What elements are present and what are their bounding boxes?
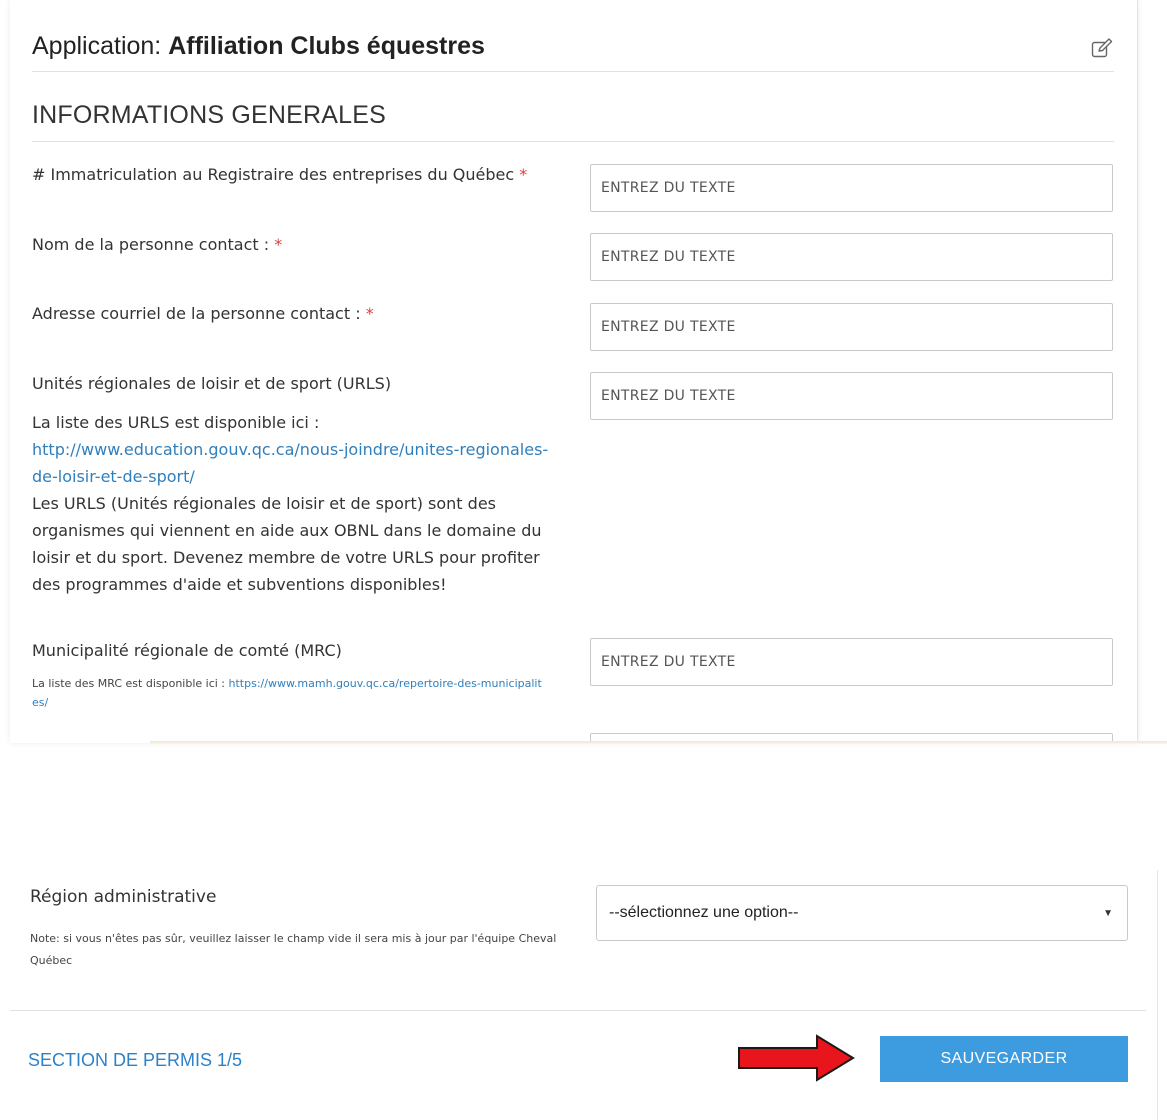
mrc-label: Municipalité régionale de comté (MRC) <box>32 641 342 660</box>
region-select-value: --sélectionnez une option-- <box>609 904 799 921</box>
registration-number-input[interactable] <box>590 164 1113 212</box>
application-name: Affiliation Clubs équestres <box>168 32 485 60</box>
permit-section-link[interactable]: SECTION DE PERMIS 1/5 <box>28 1050 242 1071</box>
urls-link[interactable]: http://www.education.gouv.qc.ca/nous-joi… <box>32 440 548 486</box>
required-asterisk: * <box>365 304 374 323</box>
required-asterisk: * <box>519 165 528 184</box>
application-form-panel: Application: Affiliation Clubs équestres… <box>10 0 1138 743</box>
screenshot-cut-line <box>150 741 1167 744</box>
contact-email-label: Adresse courriel de la personne contact … <box>32 304 374 323</box>
contact-email-input[interactable] <box>590 303 1113 351</box>
arrow-right-icon <box>738 1034 855 1082</box>
urls-help-text: La liste des URLS est disponible ici : h… <box>32 413 549 594</box>
contact-name-input[interactable] <box>590 233 1113 281</box>
urls-label: Unités régionales de loisir et de sport … <box>32 374 392 393</box>
edit-icon[interactable] <box>1091 38 1113 58</box>
registration-number-label: # Immatriculation au Registraire des ent… <box>32 165 528 184</box>
region-label: Région administrative <box>30 887 217 907</box>
application-title: Application: Affiliation Clubs équestres <box>32 32 485 60</box>
form-footer-panel: Région administrative Note: si vous n'êt… <box>10 870 1158 1120</box>
required-asterisk: * <box>274 235 283 254</box>
footer-divider <box>10 1010 1146 1011</box>
urls-input[interactable] <box>590 372 1113 420</box>
mrc-help-text: La liste des MRC est disponible ici : ht… <box>32 677 542 709</box>
title-divider <box>32 71 1114 72</box>
region-note: Note: si vous n'êtes pas sûr, veuillez l… <box>30 932 557 967</box>
caret-down-icon: ▼ <box>1103 908 1113 919</box>
save-button[interactable]: SAUVEGARDER <box>880 1036 1128 1082</box>
section-divider <box>32 141 1114 142</box>
region-select[interactable]: --sélectionnez une option-- ▼ <box>596 885 1128 941</box>
mrc-input[interactable] <box>590 638 1113 686</box>
contact-name-label: Nom de la personne contact : * <box>32 235 283 254</box>
section-title: INFORMATIONS GENERALES <box>32 101 386 129</box>
